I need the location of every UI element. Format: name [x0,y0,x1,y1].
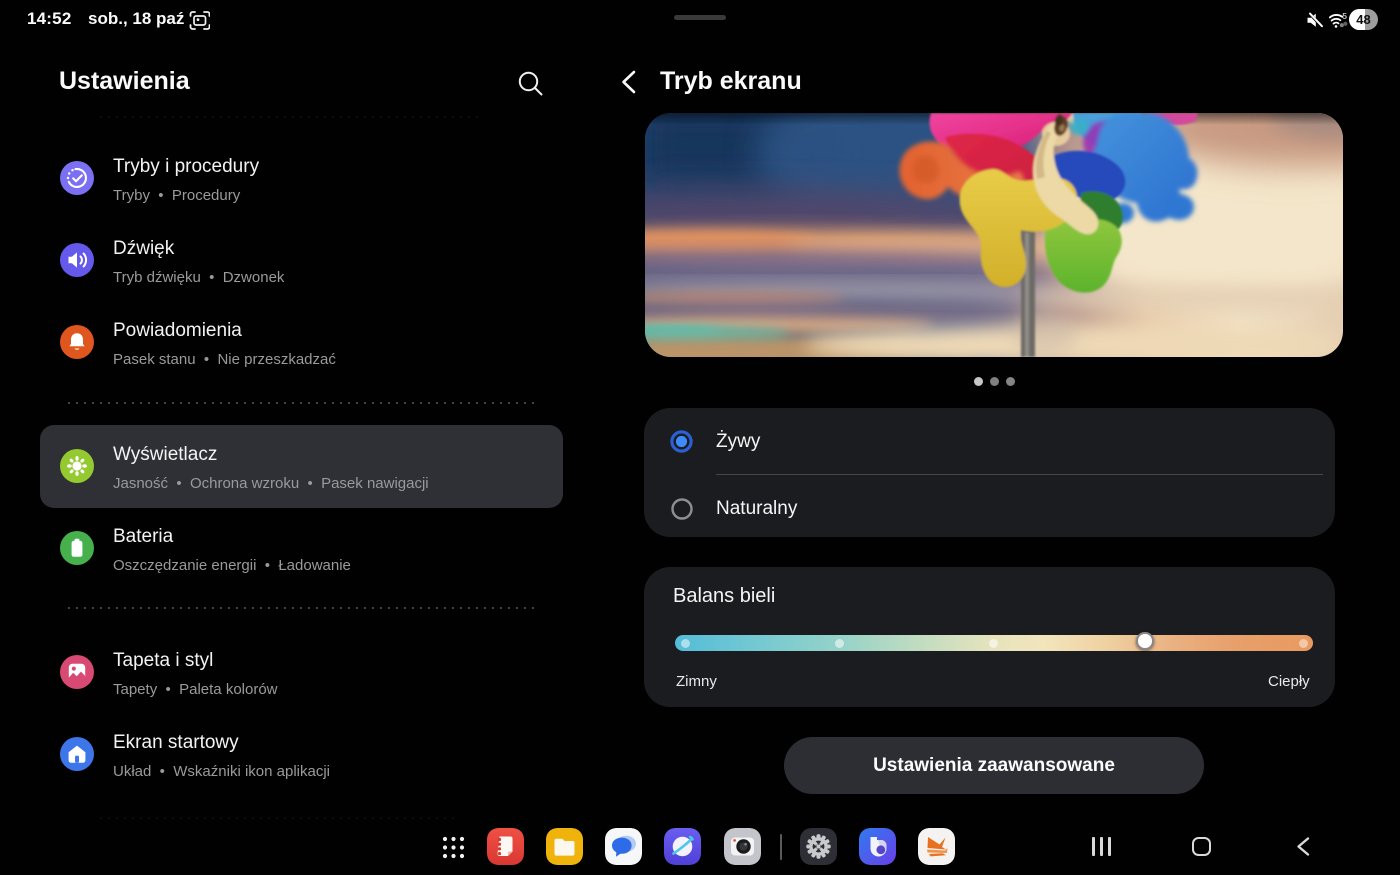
svg-text:5: 5 [1342,11,1347,21]
